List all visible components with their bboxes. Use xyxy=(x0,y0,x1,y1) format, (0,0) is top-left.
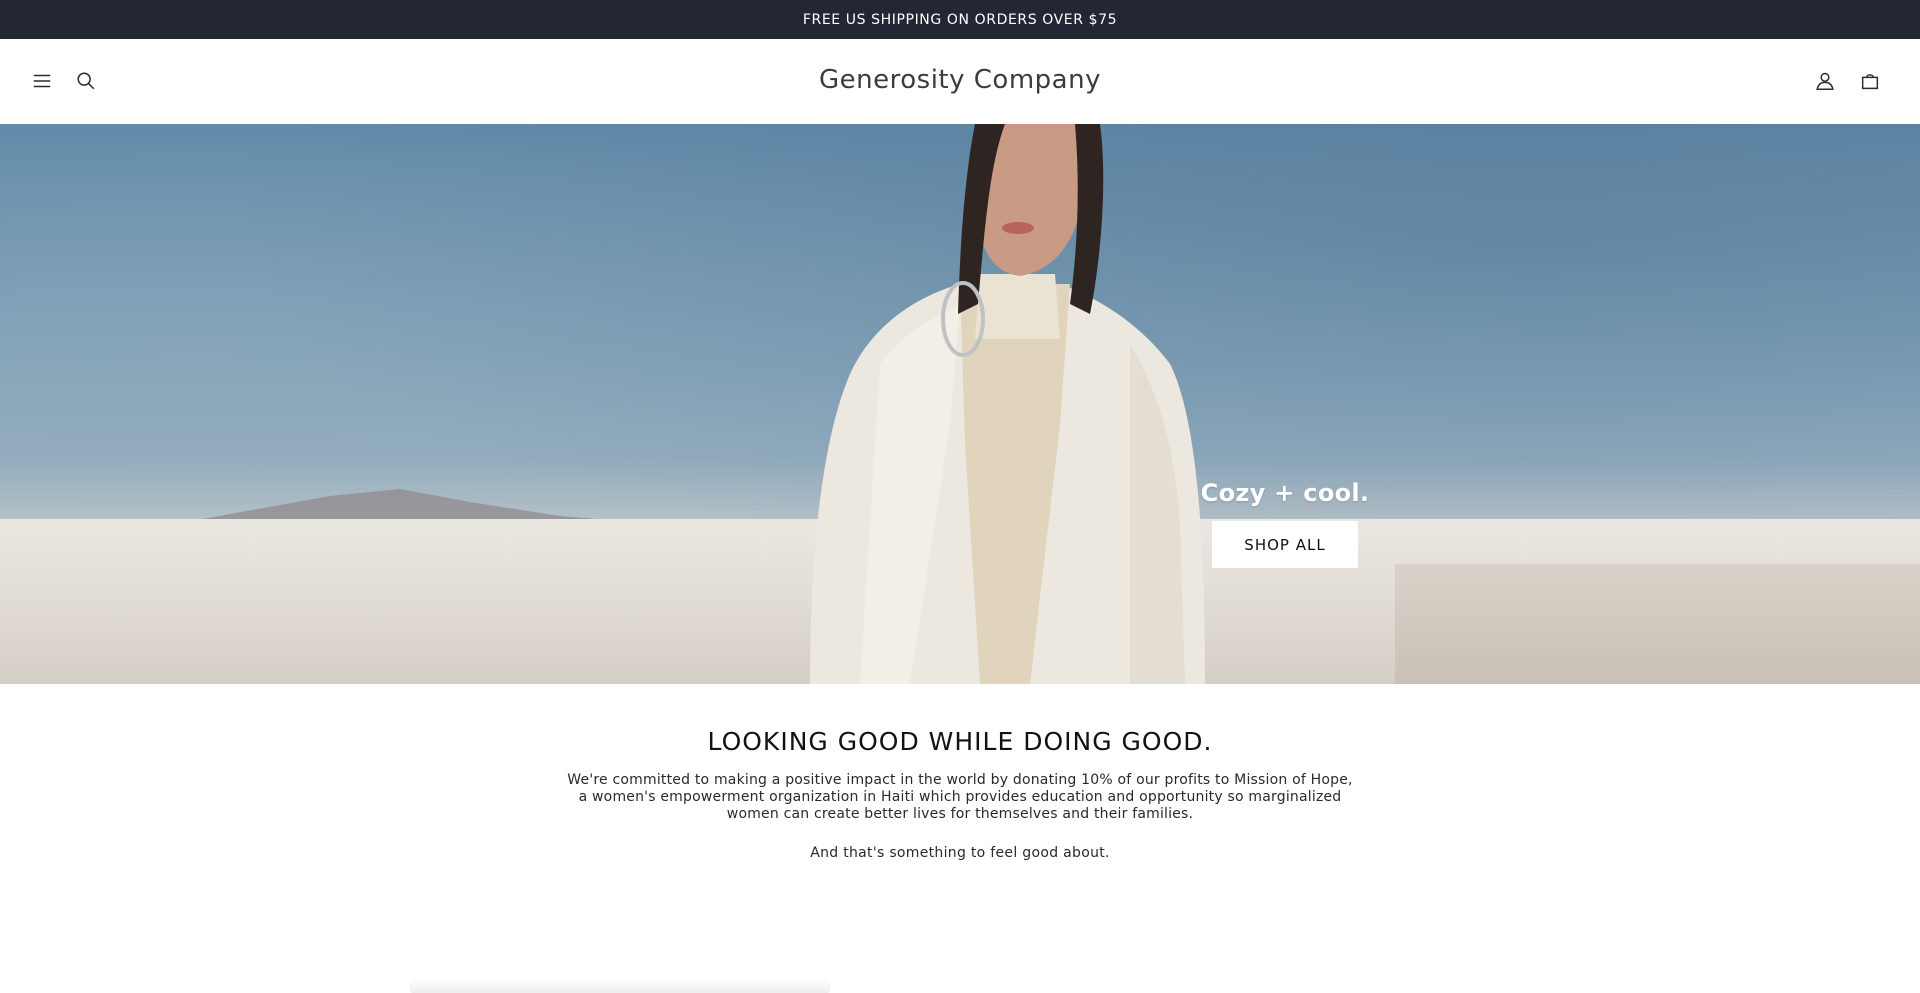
logo-wrapper: Generosity Company xyxy=(0,65,1920,95)
shop-all-button[interactable]: SHOP ALL xyxy=(1212,521,1358,568)
mission-title: LOOKING GOOD WHILE DOING GOOD. xyxy=(707,727,1213,756)
announcement-text: FREE US SHIPPING ON ORDERS OVER $75 xyxy=(802,11,1118,28)
mission-subtext: And that's something to feel good about. xyxy=(810,845,1110,861)
menu-button[interactable] xyxy=(25,64,59,98)
cart-icon xyxy=(1861,74,1879,90)
menu-icon xyxy=(33,74,51,88)
search-button[interactable] xyxy=(69,64,103,98)
announcement-bar: FREE US SHIPPING ON ORDERS OVER $75 xyxy=(0,0,1920,39)
next-section-peek xyxy=(410,978,830,993)
site-logo[interactable]: Generosity Company xyxy=(819,65,1101,95)
site-header: Generosity Company xyxy=(0,39,1920,124)
hero-wall-right xyxy=(1395,564,1920,684)
cart-button[interactable] xyxy=(1853,64,1887,98)
account-button[interactable] xyxy=(1808,64,1842,98)
mission-section: LOOKING GOOD WHILE DOING GOOD. We're com… xyxy=(0,684,1920,861)
hero-heading: Cozy + cool. xyxy=(1200,479,1370,507)
search-icon xyxy=(77,72,95,90)
hero-banner: Cozy + cool. SHOP ALL xyxy=(0,124,1920,684)
hero-content: Cozy + cool. SHOP ALL xyxy=(1201,479,1369,568)
account-icon xyxy=(1816,72,1834,90)
hero-model-image xyxy=(810,124,1205,684)
mission-body: We're committed to making a positive imp… xyxy=(567,772,1353,822)
